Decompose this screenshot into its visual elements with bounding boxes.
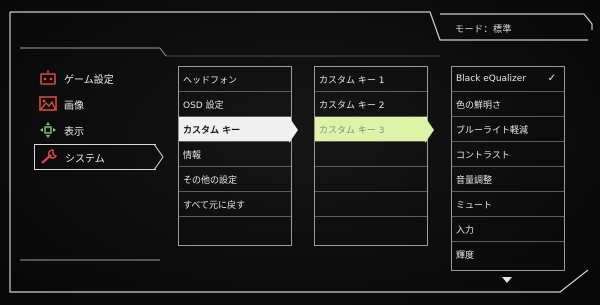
list-item-empty bbox=[179, 217, 291, 242]
list-item-custom-key[interactable]: カスタム キー bbox=[179, 117, 291, 142]
system-submenu: ヘッドフォン OSD 設定 カスタム キー 情報 その他の設定 すべて元に戻す bbox=[178, 66, 292, 246]
list-item-osd-settings[interactable]: OSD 設定 bbox=[179, 92, 291, 117]
list-item-headphone[interactable]: ヘッドフォン bbox=[179, 67, 291, 92]
list-item-custom-key-1[interactable]: カスタム キー 1 bbox=[315, 67, 427, 92]
image-icon bbox=[38, 96, 58, 112]
custom-key-submenu: カスタム キー 1 カスタム キー 2 カスタム キー 3 bbox=[314, 66, 428, 246]
highlight-pointer-icon bbox=[425, 117, 434, 143]
option-volume[interactable]: 音量調整 bbox=[452, 167, 564, 192]
display-arrows-icon bbox=[38, 122, 58, 138]
selection-pointer-icon bbox=[289, 117, 298, 143]
option-mute[interactable]: ミュート bbox=[452, 192, 564, 217]
list-item-reset-all[interactable]: すべて元に戻す bbox=[179, 192, 291, 217]
menu-item-system[interactable]: システム bbox=[34, 144, 164, 170]
option-label: Black eQualizer bbox=[456, 74, 527, 84]
menu-item-label: ゲーム設定 bbox=[64, 74, 114, 86]
option-brightness[interactable]: 輝度 bbox=[452, 242, 564, 267]
list-item-custom-key-3[interactable]: カスタム キー 3 bbox=[315, 117, 427, 142]
scroll-down-icon[interactable] bbox=[502, 277, 512, 283]
menu-item-label: 画像 bbox=[64, 100, 84, 112]
option-input[interactable]: 入力 bbox=[452, 217, 564, 242]
list-item-other-settings[interactable]: その他の設定 bbox=[179, 167, 291, 192]
main-menu: ゲーム設定 画像 表示 システム bbox=[34, 66, 164, 172]
option-color-vibrance[interactable]: 色の鮮明さ bbox=[452, 92, 564, 117]
option-black-equalizer[interactable]: Black eQualizer ✓ bbox=[452, 67, 564, 92]
list-item-empty bbox=[315, 167, 427, 192]
list-item-info[interactable]: 情報 bbox=[179, 142, 291, 167]
list-item-empty bbox=[315, 142, 427, 167]
menu-item-label: システム bbox=[65, 153, 105, 165]
list-item-empty bbox=[315, 217, 427, 242]
wrench-icon bbox=[39, 149, 59, 165]
menu-item-label: 表示 bbox=[64, 126, 84, 138]
gamepad-icon bbox=[38, 70, 58, 86]
menu-item-display[interactable]: 表示 bbox=[34, 118, 162, 142]
mode-indicator: モード：標準 bbox=[455, 25, 513, 35]
osd-screen: モード：標準 ゲーム設定 画像 表示 システム ヘッドフォン OSD 設定 カス… bbox=[0, 0, 600, 305]
option-low-blue-light[interactable]: ブルーライト軽減 bbox=[452, 117, 564, 142]
option-contrast[interactable]: コントラスト bbox=[452, 142, 564, 167]
menu-item-image[interactable]: 画像 bbox=[34, 92, 162, 116]
list-item-custom-key-2[interactable]: カスタム キー 2 bbox=[315, 92, 427, 117]
checkmark-icon: ✓ bbox=[547, 73, 556, 84]
list-item-empty bbox=[315, 192, 427, 217]
menu-item-game-settings[interactable]: ゲーム設定 bbox=[34, 66, 162, 90]
active-pointer-icon bbox=[154, 144, 164, 170]
custom-key-options: Black eQualizer ✓ 色の鮮明さ ブルーライト軽減 コントラスト … bbox=[451, 66, 565, 271]
